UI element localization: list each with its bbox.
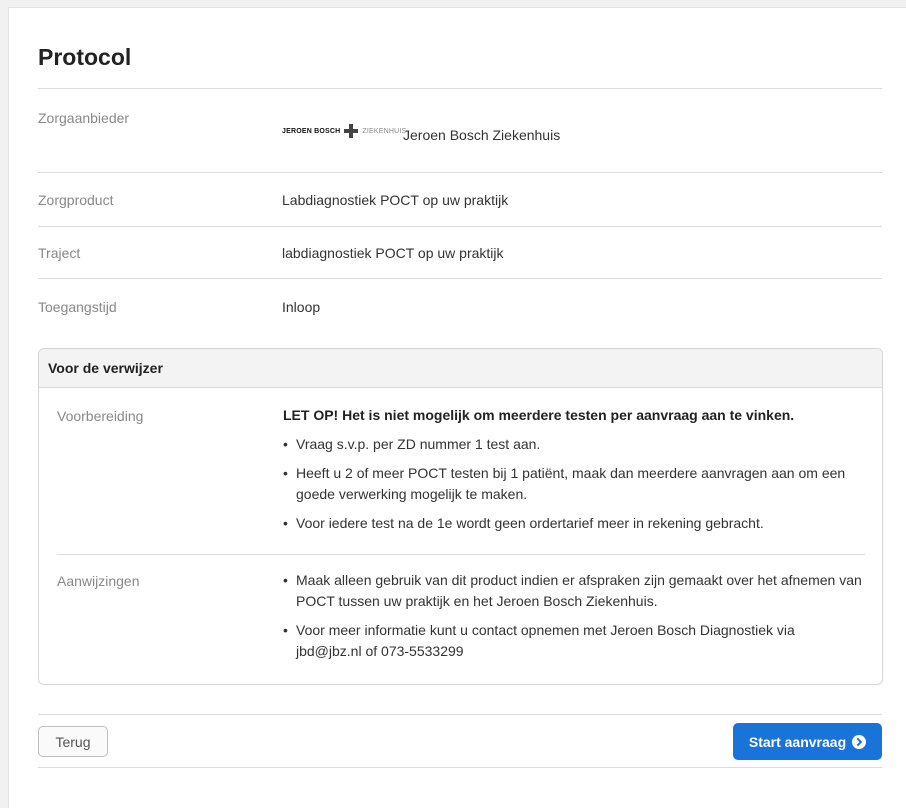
zorgaanbieder-value: Jeroen Bosch Ziekenhuis <box>403 127 561 143</box>
divider <box>38 278 882 279</box>
divider <box>38 226 882 227</box>
list-item: Maak alleen gebruik van dit product indi… <box>283 570 863 612</box>
back-button[interactable]: Terug <box>38 726 108 757</box>
hospital-logo: JEROEN BOSCH ZIEKENHUIS <box>282 124 406 138</box>
start-button-label: Start aanvraag <box>748 733 847 750</box>
divider <box>38 767 882 768</box>
list-item: Heeft u 2 of meer POCT testen bij 1 pati… <box>283 463 863 505</box>
cross-icon <box>344 124 359 138</box>
verwijzer-card: Voor de verwijzer Voorbereiding LET OP! … <box>38 348 883 685</box>
voorbereiding-content: LET OP! Het is niet mogelijk om meerdere… <box>283 405 863 534</box>
aanwijzingen-label: Aanwijzingen <box>57 573 140 589</box>
zorgproduct-label: Zorgproduct <box>38 192 114 208</box>
voorbereiding-label: Voorbereiding <box>57 408 144 424</box>
card-header: Voor de verwijzer <box>39 349 882 388</box>
voorbereiding-heading: LET OP! Het is niet mogelijk om meerdere… <box>283 407 795 423</box>
list-item: Voor meer informatie kunt u contact opne… <box>283 620 863 662</box>
list-item: Voor iedere test na de 1e wordt geen ord… <box>283 513 863 534</box>
logo-text-left: JEROEN BOSCH <box>282 127 341 135</box>
start-request-button[interactable]: Start aanvraag <box>733 723 882 760</box>
divider <box>38 88 882 89</box>
arrow-circle-right-icon <box>852 734 867 749</box>
divider <box>38 714 882 715</box>
toegangstijd-value: Inloop <box>282 299 321 315</box>
divider <box>38 172 882 173</box>
aanwijzingen-content: Maak alleen gebruik van dit product indi… <box>283 562 863 662</box>
zorgaanbieder-label: Zorgaanbieder <box>38 110 130 126</box>
traject-label: Traject <box>38 245 81 261</box>
traject-value: labdiagnostiek POCT op uw praktijk <box>282 245 504 261</box>
zorgproduct-value: Labdiagnostiek POCT op uw praktijk <box>282 192 509 208</box>
logo-text-right: ZIEKENHUIS <box>362 127 407 135</box>
page-title: Protocol <box>38 44 132 70</box>
toegangstijd-label: Toegangstijd <box>38 299 117 315</box>
list-item: Vraag s.v.p. per ZD nummer 1 test aan. <box>283 434 863 455</box>
divider <box>57 554 865 555</box>
